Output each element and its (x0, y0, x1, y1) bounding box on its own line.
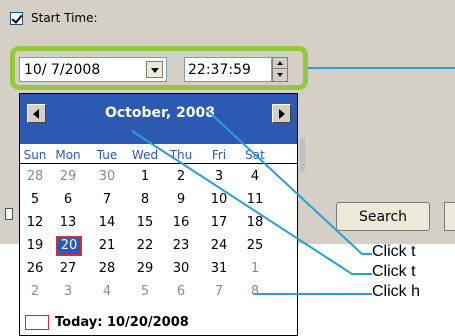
calendar-header: October, 2008 (20, 94, 297, 144)
day-cell[interactable]: 28 (20, 167, 50, 187)
weekday-label: Sun (23, 148, 47, 162)
start-time-checkbox[interactable] (10, 11, 23, 25)
start-time-label: Start Time: (31, 11, 98, 25)
weekday-label: Sat (245, 148, 265, 162)
day-cell[interactable]: 30 (92, 167, 122, 187)
today-link[interactable]: Today: 10/20/2008 (20, 312, 297, 334)
day-cell[interactable]: 29 (53, 167, 83, 187)
day-cell[interactable]: 7 (204, 282, 234, 302)
day-cell[interactable]: 15 (130, 213, 160, 233)
day-cell[interactable]: 10 (204, 190, 234, 210)
weekday-label: Fri (211, 148, 227, 162)
search-button[interactable]: Search (336, 202, 430, 231)
day-cell[interactable]: 5 (130, 282, 160, 302)
selected-day-cell[interactable]: 20 (56, 236, 82, 256)
day-cell[interactable]: 22 (130, 236, 160, 256)
day-cell[interactable]: 18 (240, 213, 270, 233)
time-spinner[interactable] (272, 57, 288, 82)
today-label[interactable]: Today: 10/20/2008 (55, 315, 189, 330)
weekday-label: Thu (169, 148, 193, 162)
arrow-down-icon (277, 73, 283, 77)
chevron-down-icon (151, 68, 159, 73)
day-cell[interactable]: 2 (20, 282, 50, 302)
spin-up-button[interactable] (273, 58, 287, 69)
day-cell[interactable]: 25 (240, 236, 270, 256)
day-cell[interactable]: 16 (166, 213, 196, 233)
day-cell[interactable]: 19 (20, 236, 50, 256)
day-cell[interactable]: 11 (240, 190, 270, 210)
hidden-checkbox-edge[interactable] (5, 208, 13, 220)
next-month-button[interactable] (272, 104, 291, 123)
start-time-option[interactable]: Start Time: (10, 10, 98, 26)
today-marker-icon (25, 315, 49, 330)
arrow-up-icon (277, 61, 283, 65)
date-value[interactable]: 10/ 7/2008 (24, 62, 100, 78)
day-cell[interactable]: 30 (166, 259, 196, 279)
weekday-label: Wed (131, 148, 159, 162)
callout-text: Click h (372, 283, 421, 300)
day-cell[interactable]: 7 (92, 190, 122, 210)
day-cell[interactable]: 4 (92, 282, 122, 302)
day-cell[interactable]: 1 (130, 167, 160, 187)
day-cell[interactable]: 21 (92, 236, 122, 256)
weekday-label: Mon (55, 148, 81, 162)
day-cell[interactable]: 29 (130, 259, 160, 279)
prev-month-button[interactable] (27, 104, 46, 123)
day-cell[interactable]: 14 (92, 213, 122, 233)
day-cell[interactable]: 26 (20, 259, 50, 279)
day-cell[interactable]: 2 (166, 167, 196, 187)
day-cell[interactable]: 3 (53, 282, 83, 302)
day-cell[interactable]: 13 (53, 213, 83, 233)
time-value[interactable]: 22:37:59 (188, 62, 251, 78)
secondary-button[interactable] (444, 202, 455, 231)
day-cell[interactable]: 23 (166, 236, 196, 256)
day-cell[interactable]: 12 (20, 213, 50, 233)
chevron-right-icon (279, 109, 285, 119)
chevron-left-icon (33, 109, 39, 119)
day-cell[interactable]: 8 (130, 190, 160, 210)
day-cell[interactable]: 1 (240, 259, 270, 279)
day-cell[interactable]: 17 (204, 213, 234, 233)
dropdown-button[interactable] (146, 61, 163, 78)
spin-down-button[interactable] (273, 70, 287, 81)
day-cell[interactable]: 3 (204, 167, 234, 187)
callout-text: Click t (372, 263, 416, 280)
day-cell[interactable]: 31 (204, 259, 234, 279)
day-cell[interactable]: 5 (20, 190, 50, 210)
day-cell[interactable]: 4 (240, 167, 270, 187)
hidden-control-edge (300, 138, 305, 172)
day-cell[interactable]: 6 (166, 282, 196, 302)
calendar-dropdown: October, 2008 Sun Mon Tue Wed Thu Fri Sa… (19, 93, 298, 336)
weekday-header: Sun Mon Tue Wed Thu Fri Sat (20, 148, 297, 164)
month-title[interactable]: October, 2008 (80, 105, 240, 121)
date-picker[interactable]: 10/ 7/2008 (19, 57, 167, 82)
day-cell[interactable]: 27 (53, 259, 83, 279)
callout-text: Click t (372, 243, 416, 260)
time-picker[interactable]: 22:37:59 (184, 57, 272, 82)
day-cell[interactable]: 9 (166, 190, 196, 210)
day-cell[interactable]: 6 (53, 190, 83, 210)
day-cell[interactable]: 28 (92, 259, 122, 279)
day-cell[interactable]: 24 (204, 236, 234, 256)
weekday-label: Tue (96, 148, 118, 162)
day-cell[interactable]: 8 (240, 282, 270, 302)
